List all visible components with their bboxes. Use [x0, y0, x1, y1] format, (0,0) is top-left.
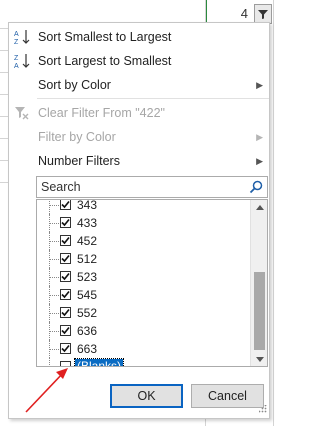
checkbox[interactable]	[60, 343, 71, 354]
autofilter-menu: A Z Sort Smallest to Largest Z A Sort La…	[8, 22, 270, 419]
checkbox[interactable]	[60, 361, 71, 366]
submenu-arrow-icon: ▶	[256, 79, 263, 90]
sort-ascending-label: Sort Smallest to Largest	[38, 30, 172, 44]
scroll-down-icon[interactable]	[251, 352, 267, 366]
resize-grip-icon[interactable]	[258, 402, 267, 416]
number-filters-item[interactable]: Number Filters ▶	[9, 149, 269, 173]
submenu-arrow-icon: ▶	[256, 131, 263, 142]
list-item-label: 452	[77, 234, 98, 248]
list-item-label: (Blanks)	[73, 358, 125, 366]
list-item[interactable]: 452	[37, 232, 251, 250]
checkmark-icon	[61, 326, 70, 335]
number-filters-label: Number Filters	[38, 154, 120, 168]
list-item-label: 552	[77, 306, 98, 320]
checkbox[interactable]	[60, 307, 71, 318]
checkmark-icon	[61, 236, 70, 245]
tree-branch-line	[49, 331, 59, 333]
list-item-label: 523	[77, 270, 98, 284]
list-item[interactable]: (Blanks)	[37, 358, 251, 366]
checkmark-icon	[61, 218, 70, 227]
menu-separator	[37, 98, 269, 99]
list-item[interactable]: 552	[37, 304, 251, 322]
filter-by-color-item: Filter by Color ▶	[9, 125, 269, 149]
filter-by-color-label: Filter by Color	[38, 130, 116, 144]
cancel-button[interactable]: Cancel	[191, 384, 264, 408]
checkbox[interactable]	[60, 289, 71, 300]
clear-filter-item: Clear Filter From "422"	[9, 101, 269, 125]
checkbox[interactable]	[60, 200, 71, 210]
filter-values-list: 343 433 452 512 523 545 552 636 663 (Blanks)	[36, 199, 268, 367]
search-placeholder: Search	[41, 180, 81, 194]
tree-branch-line	[49, 349, 59, 351]
list-item[interactable]: 433	[37, 214, 251, 232]
list-item[interactable]: 663	[37, 340, 251, 358]
tree-branch-line	[49, 277, 59, 279]
list-item[interactable]: 523	[37, 268, 251, 286]
svg-text:Z: Z	[14, 39, 19, 46]
tree-branch-line	[49, 259, 59, 261]
header-cell-value: 4	[240, 6, 248, 21]
sort-ascending-item[interactable]: A Z Sort Smallest to Largest	[9, 25, 269, 49]
clear-filter-icon	[13, 104, 31, 122]
checkbox[interactable]	[60, 253, 71, 264]
svg-text:A: A	[14, 63, 19, 70]
search-input[interactable]: Search	[36, 176, 268, 198]
column-gridline	[273, 0, 274, 426]
search-icon[interactable]	[249, 180, 263, 197]
sort-by-color-item[interactable]: Sort by Color ▶	[9, 73, 269, 97]
list-item-label: 636	[77, 324, 98, 338]
sort-descending-label: Sort Largest to Smallest	[38, 54, 172, 68]
list-scrollbar[interactable]	[250, 200, 267, 366]
svg-text:Z: Z	[14, 55, 19, 62]
tree-branch-line	[49, 313, 59, 315]
list-item-label: 663	[77, 342, 98, 356]
checkmark-icon	[61, 344, 70, 353]
sort-descending-icon: Z A	[13, 52, 31, 70]
list-item-label: 545	[77, 288, 98, 302]
tree-line	[49, 358, 51, 366]
filter-dropdown-button[interactable]	[254, 4, 272, 24]
list-item[interactable]: 343	[37, 199, 251, 214]
tree-branch-line	[49, 205, 59, 207]
svg-text:A: A	[14, 31, 19, 38]
tree-branch-line	[49, 223, 59, 225]
checkbox[interactable]	[60, 325, 71, 336]
list-item-label: 512	[77, 252, 98, 266]
checkbox[interactable]	[60, 217, 71, 228]
checkmark-icon	[61, 272, 70, 281]
checkmark-icon	[61, 200, 70, 209]
checkmark-icon	[61, 254, 70, 263]
list-item-label: 433	[77, 216, 98, 230]
clear-filter-label: Clear Filter From "422"	[38, 106, 165, 120]
tree-branch-line	[49, 241, 59, 243]
list-item[interactable]: 512	[37, 250, 251, 268]
tree-branch-line	[49, 295, 59, 297]
checkmark-icon	[61, 308, 70, 317]
sort-by-color-label: Sort by Color	[38, 78, 111, 92]
sort-descending-item[interactable]: Z A Sort Largest to Smallest	[9, 49, 269, 73]
list-item[interactable]: 636	[37, 322, 251, 340]
filter-funnel-icon	[258, 10, 268, 19]
list-item-label: 343	[77, 199, 98, 212]
ok-button[interactable]: OK	[110, 384, 183, 408]
sort-ascending-icon: A Z	[13, 28, 31, 46]
scrollbar-thumb[interactable]	[254, 272, 265, 350]
checkmark-icon	[61, 290, 70, 299]
checkbox[interactable]	[60, 235, 71, 246]
submenu-arrow-icon: ▶	[256, 155, 263, 166]
list-item[interactable]: 545	[37, 286, 251, 304]
scroll-up-icon[interactable]	[251, 200, 267, 214]
checkbox[interactable]	[60, 271, 71, 282]
